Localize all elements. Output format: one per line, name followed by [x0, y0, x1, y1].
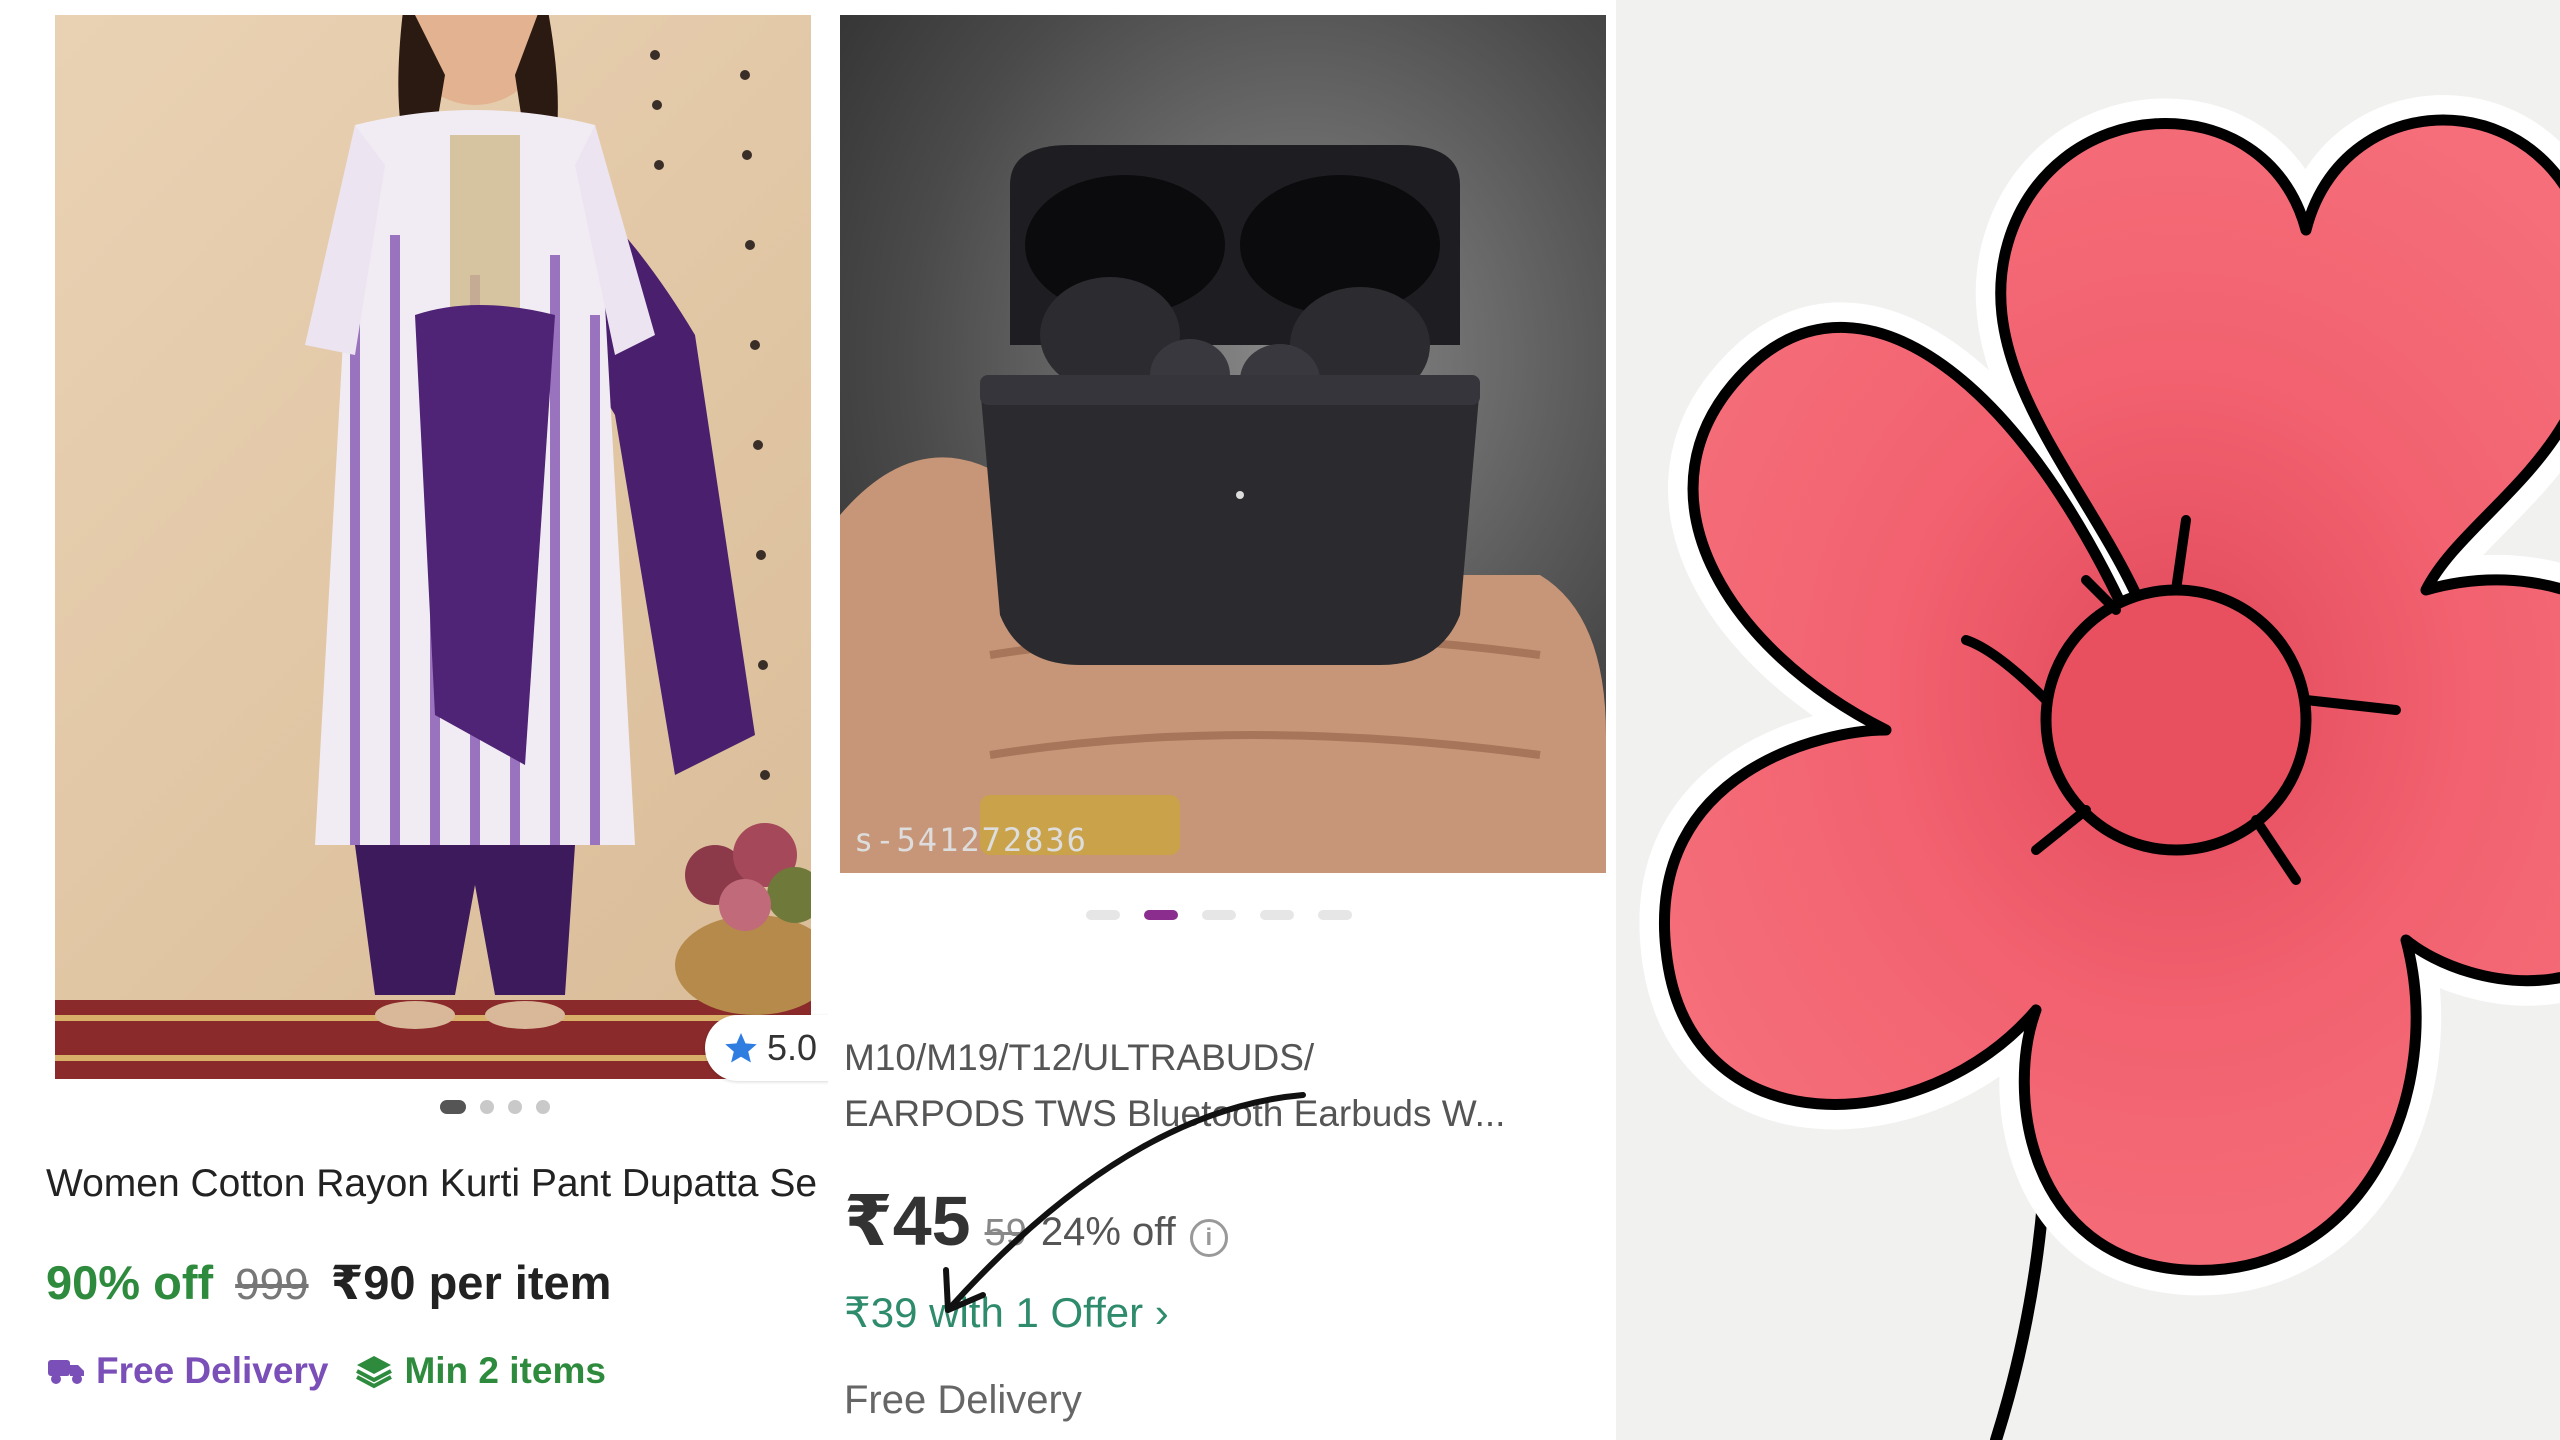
free-delivery-text: Free Delivery	[844, 1378, 1082, 1422]
carousel-dot[interactable]	[536, 1100, 550, 1114]
delivery-badges: Free Delivery Min 2 items	[46, 1350, 606, 1392]
earbuds-photo-illustration	[840, 145, 1606, 873]
image-carousel-dots[interactable]	[440, 1100, 550, 1114]
star-icon	[725, 1033, 757, 1063]
original-price: 999	[235, 1260, 309, 1309]
rating-value: 5.0	[767, 1027, 818, 1068]
info-icon[interactable]: i	[1189, 1219, 1228, 1257]
flower-illustration-panel	[1616, 0, 2560, 1440]
earbuds-product-card[interactable]: s-541272836 M10/M19/T12/ULTRABUDS/ EARPO…	[828, 0, 1616, 1440]
offer-link[interactable]: ₹39 with 1 Offer ›	[844, 1288, 1169, 1337]
product-title-line1: M10/M19/T12/ULTRABUDS/	[844, 1037, 1315, 1078]
price-row: 90% off 999 ₹90 per item	[46, 1255, 611, 1311]
image-carousel-dots[interactable]	[1086, 910, 1352, 920]
carousel-dot[interactable]	[1144, 910, 1178, 920]
min-items-badge: Min 2 items	[354, 1350, 606, 1392]
carousel-dot[interactable]	[508, 1100, 522, 1114]
layers-icon	[356, 1356, 393, 1389]
kurti-photo-illustration	[55, 15, 811, 1079]
product-title[interactable]: M10/M19/T12/ULTRABUDS/ EARPODS TWS Bluet…	[844, 1030, 1604, 1142]
product-title[interactable]: Women Cotton Rayon Kurti Pant Dupatta Se…	[46, 1162, 816, 1206]
carousel-dot[interactable]	[1202, 910, 1236, 920]
min-items-text: Min 2 items	[404, 1350, 606, 1391]
carousel-dot[interactable]	[480, 1100, 494, 1114]
carousel-dot[interactable]	[1318, 910, 1352, 920]
discount-label: 24% off	[1040, 1210, 1176, 1254]
carousel-dot[interactable]	[1260, 910, 1294, 920]
sale-price: ₹90 per item	[330, 1256, 612, 1309]
sale-price: ₹45	[844, 1182, 971, 1260]
discount-label: 90% off	[46, 1256, 214, 1309]
kurti-product-card[interactable]: 5.0 Women Cotton Rayon Kurti Pant Dupatt…	[0, 0, 828, 1440]
original-price: 59	[984, 1212, 1027, 1254]
free-delivery-badge: Free Delivery	[46, 1350, 328, 1392]
carousel-dot[interactable]	[440, 1100, 466, 1114]
rating-badge: 5.0	[705, 1015, 828, 1081]
truck-icon	[48, 1360, 84, 1384]
product-title-line2: EARPODS TWS Bluetooth Earbuds W...	[844, 1093, 1506, 1134]
price-row: ₹45 59 24% off i	[844, 1180, 1228, 1262]
flower-icon	[1639, 95, 2560, 1440]
carousel-dot[interactable]	[1086, 910, 1120, 920]
free-delivery-text: Free Delivery	[96, 1350, 329, 1391]
image-watermark: s-541272836	[854, 821, 1088, 859]
earbuds-product-image[interactable]: s-541272836	[840, 15, 1606, 873]
kurti-product-image[interactable]	[55, 15, 811, 1079]
